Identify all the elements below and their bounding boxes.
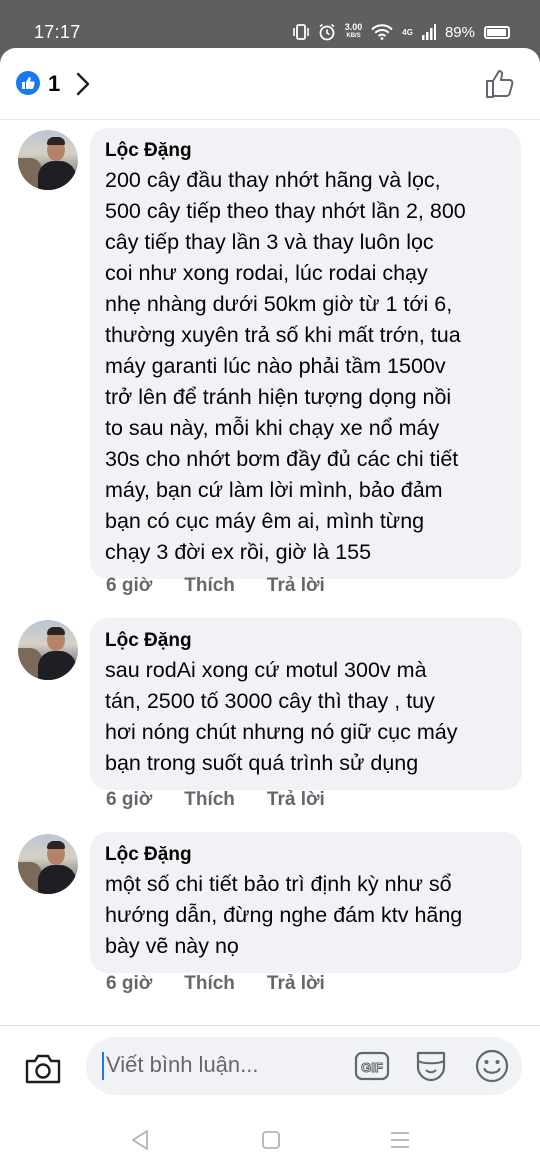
like-button[interactable]: Thích xyxy=(184,575,235,599)
gif-icon[interactable]: GIF xyxy=(354,1050,390,1082)
comment-placeholder: Viết bình luận... xyxy=(106,1052,259,1077)
comment-bubble[interactable]: Lộc Đặng sau rodAi xong cứ motul 300v mà… xyxy=(90,618,522,790)
comment-actions: 6 giờ Thích Trả lời xyxy=(106,789,357,813)
comment-input[interactable]: Viết bình luận... GIF xyxy=(86,1037,522,1095)
like-button[interactable]: Thích xyxy=(184,789,235,813)
back-icon[interactable] xyxy=(130,1129,150,1151)
status-icons: 3.00 KB/S 4G 89% xyxy=(292,20,510,44)
reply-button[interactable]: Trả lời xyxy=(267,973,325,997)
like-button[interactable]: Thích xyxy=(184,973,235,997)
gif-label: GIF xyxy=(361,1060,383,1075)
signal-label: 4G xyxy=(402,27,413,37)
battery-icon xyxy=(484,25,510,39)
reply-button[interactable]: Trả lời xyxy=(267,789,325,813)
home-icon[interactable] xyxy=(261,1129,281,1151)
comment-bubble[interactable]: Lộc Đặng 200 cây đầu thay nhớt hãng và l… xyxy=(90,128,521,579)
comment-author[interactable]: Lộc Đặng xyxy=(105,630,507,652)
menu-icon[interactable] xyxy=(389,1129,411,1151)
reply-button[interactable]: Trả lời xyxy=(267,575,325,599)
vibrate-icon xyxy=(292,24,309,40)
comment-text: một số chi tiết bảo trì định kỳ như sổ h… xyxy=(105,872,463,958)
comments-sheet: 1 Lộc Đặng 200 cây đầu thay nhớt hãng và… xyxy=(0,48,540,1170)
comment-text: 200 cây đầu thay nhớt hãng và lọc, 500 c… xyxy=(105,168,466,564)
text-cursor xyxy=(102,1052,104,1080)
like-count[interactable]: 1 xyxy=(48,71,60,97)
net-speed: 3.00 KB/S xyxy=(344,22,363,40)
comment-author[interactable]: Lộc Đặng xyxy=(105,844,507,866)
wifi-icon xyxy=(371,24,394,40)
thumbs-up-icon[interactable] xyxy=(484,68,516,100)
comment-time: 6 giờ xyxy=(106,575,153,596)
comment-author[interactable]: Lộc Đặng xyxy=(105,140,506,162)
comment-composer: Viết bình luận... GIF xyxy=(0,1025,540,1115)
camera-icon[interactable] xyxy=(24,1052,62,1086)
comment-time: 6 giờ xyxy=(106,789,153,810)
comment-text: sau rodAi xong cứ motul 300v mà tán, 250… xyxy=(105,658,458,775)
comment-actions: 6 giờ Thích Trả lời xyxy=(106,575,357,599)
comment-actions: 6 giờ Thích Trả lời xyxy=(106,973,357,997)
avatar[interactable] xyxy=(18,130,78,190)
sticker-icon[interactable] xyxy=(414,1048,448,1084)
system-nav-bar xyxy=(0,1115,540,1170)
avatar[interactable] xyxy=(18,834,78,894)
status-time: 17:17 xyxy=(34,22,81,42)
alarm-icon xyxy=(319,23,335,41)
chevron-right-icon[interactable] xyxy=(75,72,91,96)
emoji-icon[interactable] xyxy=(474,1048,510,1084)
reactions-bar: 1 xyxy=(0,48,540,120)
battery-percent: 89% xyxy=(444,23,475,41)
comment-time: 6 giờ xyxy=(106,973,153,994)
like-reaction-icon[interactable] xyxy=(16,71,40,95)
signal-icon xyxy=(421,24,436,40)
avatar[interactable] xyxy=(18,620,78,680)
comment-bubble[interactable]: Lộc Đặng một số chi tiết bảo trì định kỳ… xyxy=(90,832,522,973)
